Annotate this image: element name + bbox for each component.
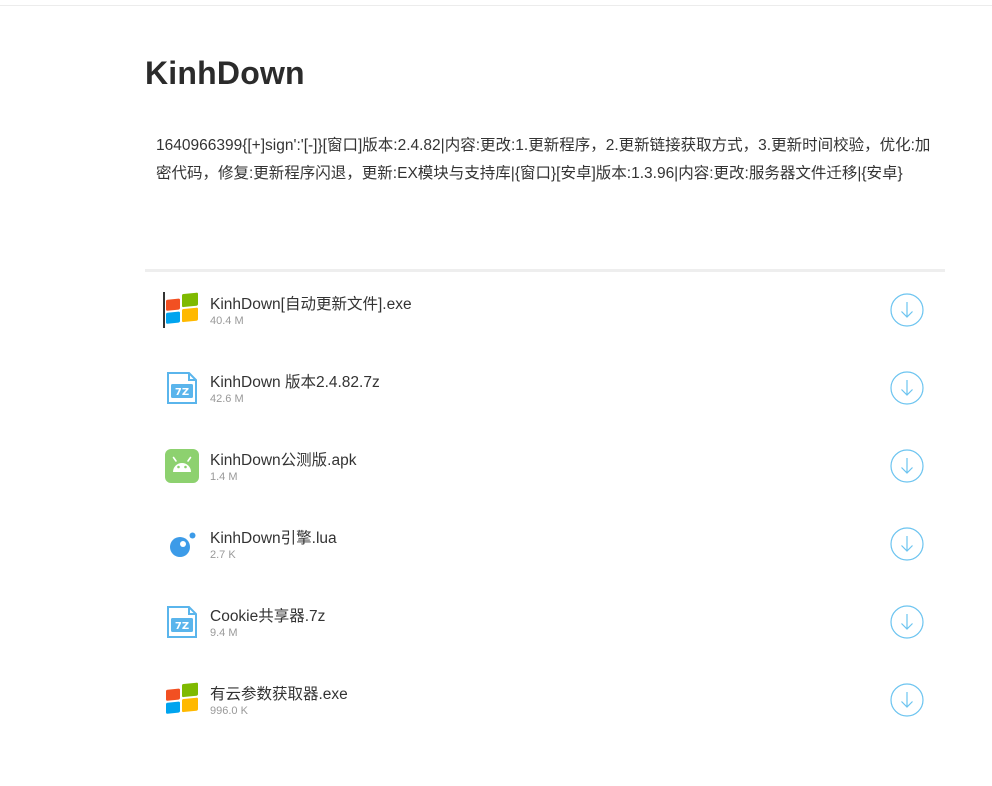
top-border [0,5,992,6]
lua-icon [170,532,196,557]
7z-archive-icon: 7Z [167,372,197,404]
file-size: 42.6 M [210,393,244,405]
file-row[interactable]: 7Z Cookie共享器.7z 9.4 M [145,584,945,662]
file-row[interactable]: KinhDown公测版.apk 1.4 M [145,428,945,506]
file-row[interactable]: 有云参数获取器.exe 996.0 K [145,662,945,740]
download-button[interactable] [890,371,924,405]
file-row[interactable]: 7Z KinhDown 版本2.4.82.7z 42.6 M [145,350,945,428]
download-button[interactable] [890,527,924,561]
file-size: 40.4 M [210,315,244,327]
file-name[interactable]: KinhDown[自动更新文件].exe [210,292,412,314]
download-button[interactable] [890,449,924,483]
svg-text:7Z: 7Z [175,387,189,398]
share-description: 1640966399{[+]sign':'[-]}[窗口]版本:2.4.82|内… [156,137,931,182]
download-button[interactable] [890,605,924,639]
windows-icon [166,292,198,324]
file-name[interactable]: 有云参数获取器.exe [210,682,348,704]
file-size: 996.0 K [210,705,248,717]
file-name[interactable]: KinhDown引擎.lua [210,526,337,548]
download-button[interactable] [890,683,924,717]
file-name[interactable]: Cookie共享器.7z [210,604,325,626]
file-name[interactable]: KinhDown 版本2.4.82.7z [210,370,380,392]
file-row[interactable]: KinhDown引擎.lua 2.7 K [145,506,945,584]
file-name[interactable]: KinhDown公测版.apk [210,448,356,470]
file-size: 1.4 M [210,471,238,483]
file-list: KinhDown[自动更新文件].exe 40.4 M 7Z KinhDown … [145,272,945,740]
file-row[interactable]: KinhDown[自动更新文件].exe 40.4 M [145,272,945,350]
windows-icon [166,682,198,714]
page-title: KinhDown [145,55,305,91]
download-button[interactable] [890,293,924,327]
7z-archive-icon: 7Z [167,606,197,638]
file-size: 2.7 K [210,549,236,561]
android-icon [165,449,199,483]
svg-text:7Z: 7Z [175,621,189,632]
file-size: 9.4 M [210,627,238,639]
